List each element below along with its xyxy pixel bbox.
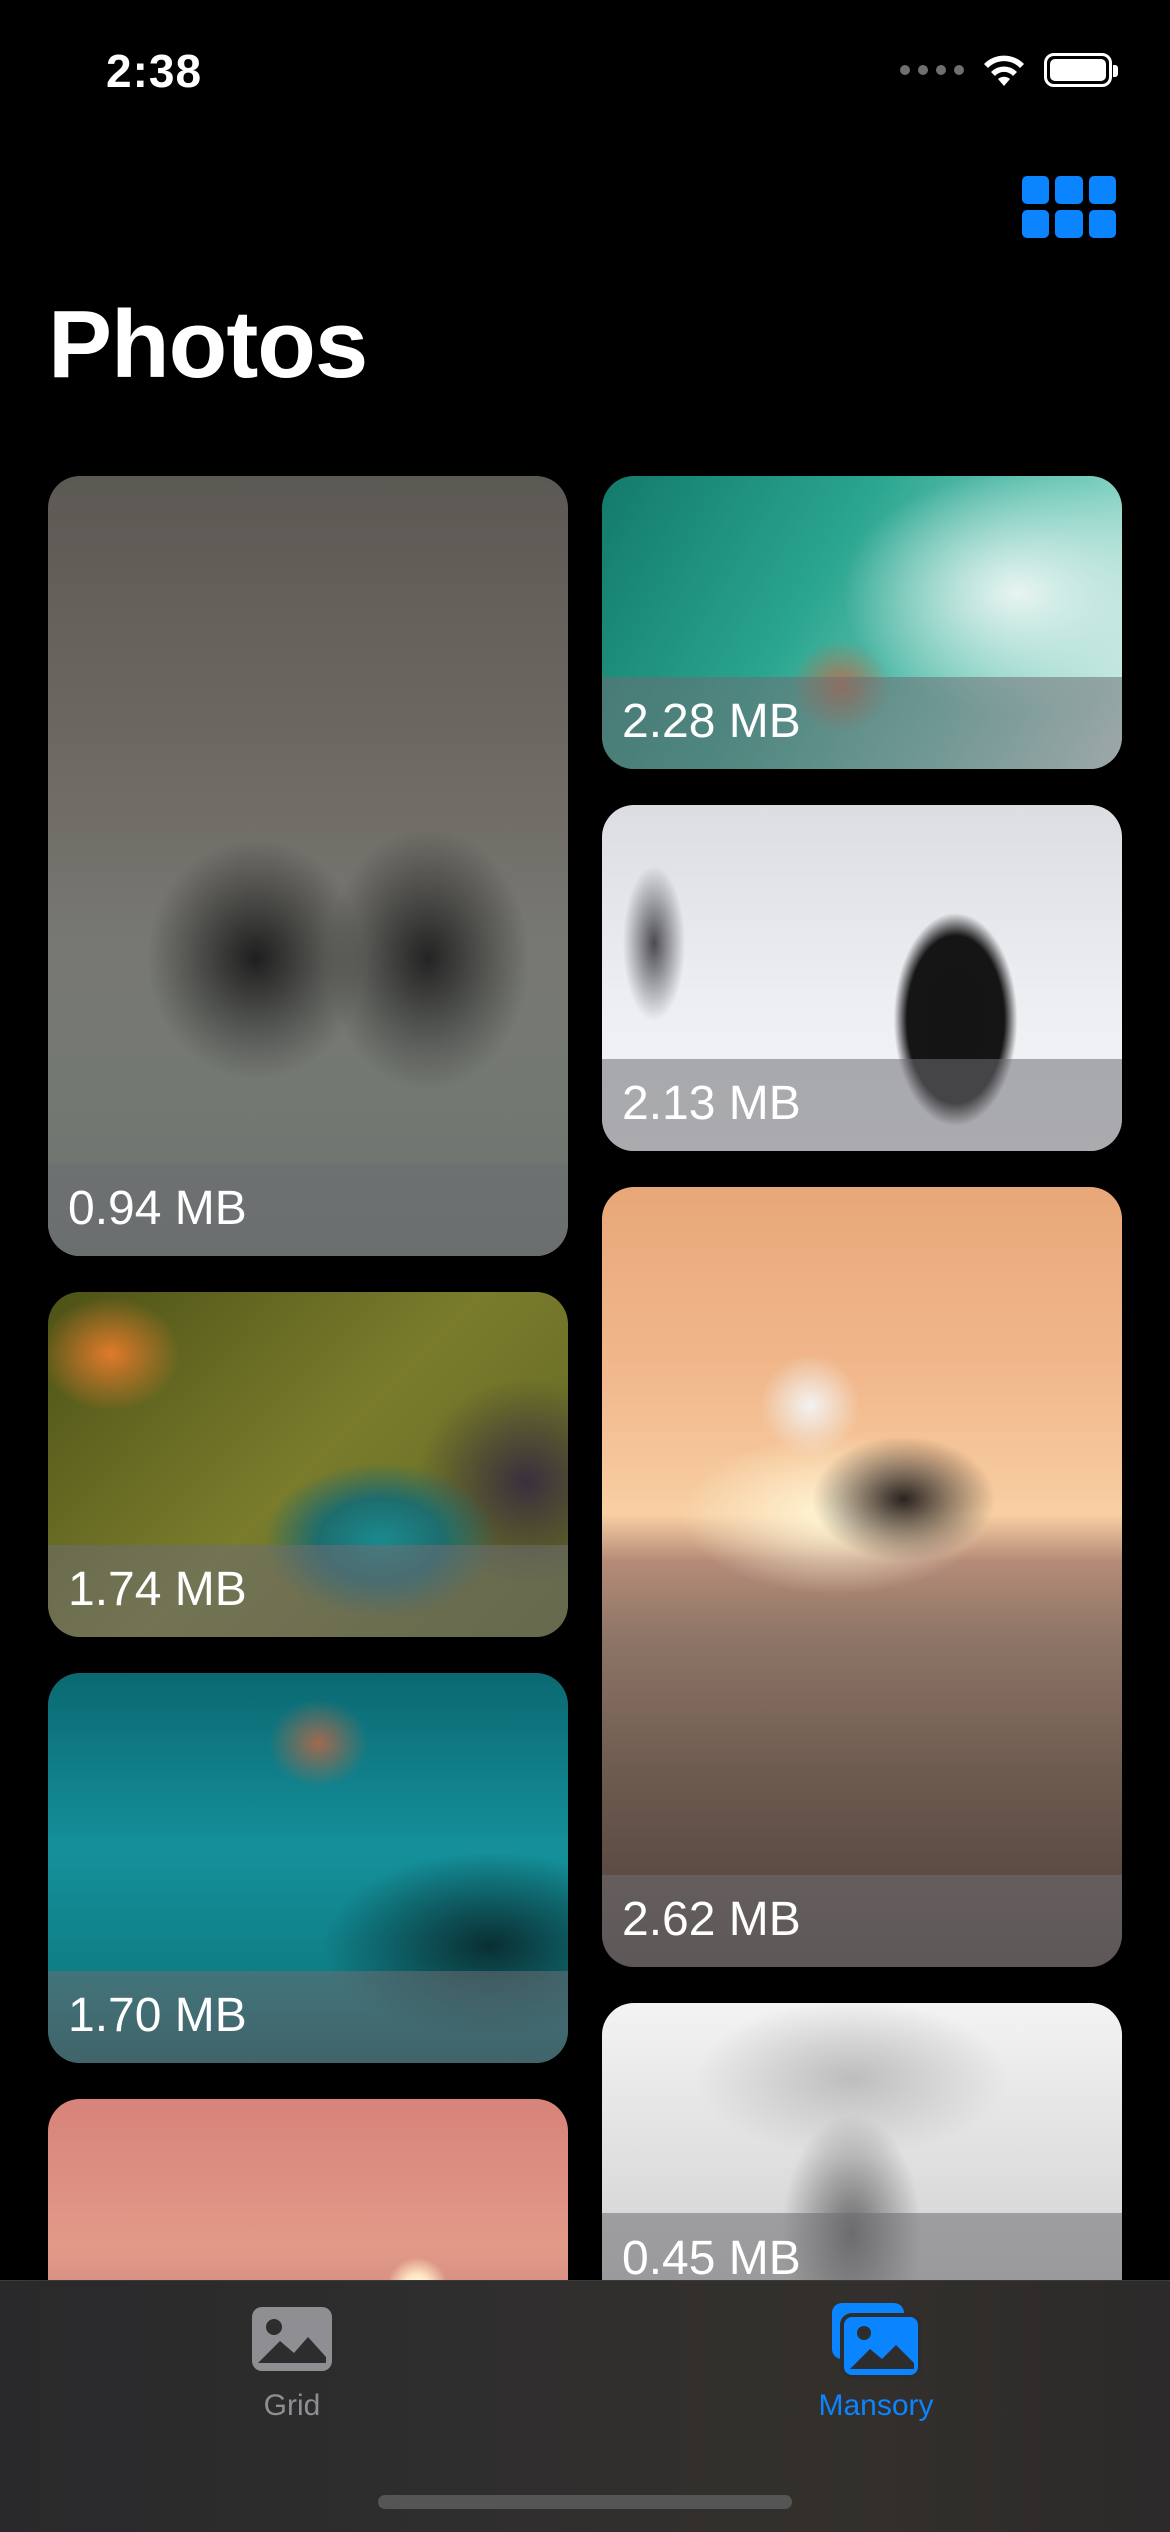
- photo-street-cyclists: [48, 476, 568, 1256]
- photo-size-label: 2.13 MB: [622, 1077, 801, 1130]
- photo-size-label: 0.45 MB: [622, 2232, 801, 2285]
- tab-grid[interactable]: Grid: [142, 2301, 442, 2451]
- cellular-signal-icon: [900, 65, 964, 75]
- photo-size-label: 2.28 MB: [622, 695, 801, 748]
- photo-stack-icon: [832, 2303, 922, 2379]
- photo-card[interactable]: 2.28 MB: [602, 476, 1122, 769]
- photo-card[interactable]: 1.70 MB: [48, 1673, 568, 2063]
- tab-bar: Grid Mansory: [0, 2280, 1170, 2532]
- page-title: Photos: [48, 291, 368, 398]
- photo-card[interactable]: 1.74 MB: [48, 1292, 568, 1637]
- tab-mansory[interactable]: Mansory: [726, 2301, 1026, 2451]
- photo-size-label: 1.74 MB: [68, 1563, 247, 1616]
- photo-card[interactable]: 2.62 MB: [602, 1187, 1122, 1967]
- photo-size-label: 1.70 MB: [68, 1989, 247, 2042]
- battery-icon: [1044, 53, 1118, 87]
- photo-size-label: 2.62 MB: [622, 1893, 801, 1946]
- photo-skateboarder: [602, 1187, 1122, 1967]
- tab-label: Mansory: [818, 2389, 934, 2422]
- status-time: 2:38: [106, 45, 203, 97]
- photo-card[interactable]: 2.13 MB: [602, 805, 1122, 1151]
- photo-icon: [252, 2307, 332, 2371]
- status-icons: [900, 52, 1118, 88]
- home-indicator: [378, 2495, 792, 2509]
- grid-icon[interactable]: [1022, 176, 1116, 238]
- photo-size-label: 0.94 MB: [68, 1182, 247, 1235]
- photo-card[interactable]: 0.94 MB: [48, 476, 568, 1256]
- photos-screen: 2:38 Photos 0.94 MB 1.74 MB 1.70 MB 2.28…: [0, 0, 1170, 2532]
- tab-label: Grid: [263, 2389, 321, 2422]
- wifi-icon: [984, 55, 1024, 86]
